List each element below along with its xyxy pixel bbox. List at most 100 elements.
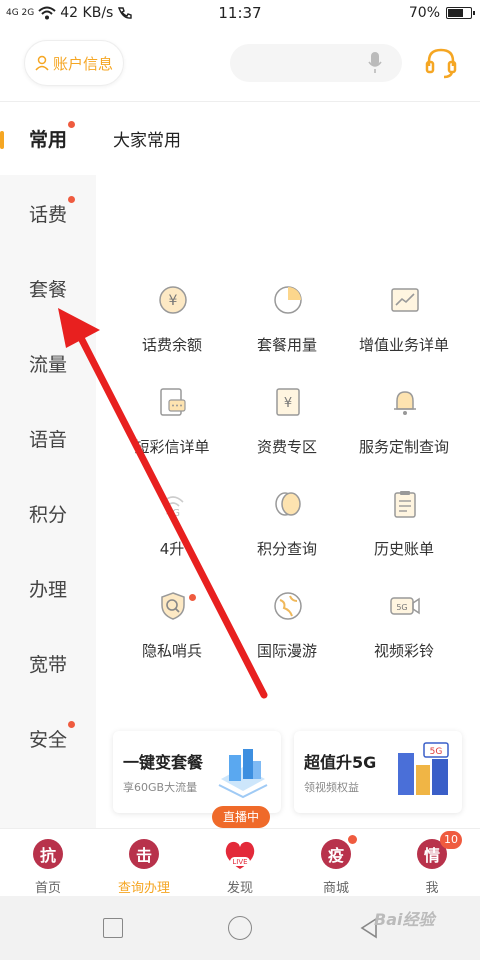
- yuan-book-icon: ¥: [276, 388, 300, 416]
- notification-dot: [189, 594, 196, 601]
- notification-dot: [68, 121, 75, 128]
- sidebar-item-label: 话费: [29, 204, 68, 226]
- 5g-video-icon: 5G: [390, 597, 420, 615]
- grid-item-label: 4升: [159, 540, 185, 558]
- sidebar-item-apply[interactable]: 办理: [0, 553, 96, 625]
- sidebar-item-label: 套餐: [29, 279, 68, 301]
- header: 账户信息: [0, 26, 480, 102]
- grid-item-label: 视频彩铃: [373, 642, 434, 660]
- globe-icon: [274, 592, 302, 620]
- sidebar-item-points[interactable]: 积分: [0, 478, 96, 550]
- tab-label: 我: [425, 881, 439, 896]
- grid-item-video-ringtone[interactable]: 5G 视频彩铃: [345, 590, 463, 680]
- sidebar-item-common[interactable]: 常用: [0, 103, 96, 175]
- promo-title: 超值升5G: [304, 753, 377, 772]
- 5g-city-illustration-icon: 5G: [398, 742, 449, 795]
- grid-item-sms-detail[interactable]: 短彩信详单: [113, 386, 231, 476]
- grid-item-label: 短彩信详单: [134, 438, 210, 456]
- grid-item-vas-detail[interactable]: 增值业务详单: [345, 284, 463, 374]
- grid-item-4g-upgrade[interactable]: 4G 4升: [113, 488, 231, 578]
- grid-item-label: 积分查询: [256, 540, 317, 558]
- grid-item-tariff-zone[interactable]: ¥ 资费专区: [228, 386, 346, 476]
- home-tab-icon: 抗: [33, 839, 63, 869]
- home-button[interactable]: [228, 916, 252, 940]
- battery-level: [448, 9, 463, 17]
- active-indicator: [0, 131, 4, 149]
- sidebar-item-label: 办理: [29, 579, 68, 601]
- status-bar: 4G 2G 42 KB/s 11:37 70%: [0, 0, 480, 26]
- query-tab-icon: 击: [129, 839, 159, 869]
- customer-service-icon[interactable]: [424, 46, 458, 80]
- mall-tab-icon: 疫: [321, 839, 351, 869]
- tab-mall[interactable]: 疫 商城: [288, 829, 384, 897]
- promo-card-change-plan[interactable]: 一键变套餐 享60GB大流量: [113, 731, 281, 813]
- user-icon: [35, 55, 49, 71]
- coins-icon: [275, 492, 301, 516]
- sidebar-item-label: 流量: [29, 354, 68, 376]
- 4g-signal-icon: 4G: [162, 496, 184, 519]
- microphone-icon[interactable]: [368, 52, 382, 74]
- live-badge[interactable]: 直播中: [212, 806, 270, 828]
- category-sidebar: 常用 话费 套餐 流量 语音 积分 办理 宽带 安全: [0, 103, 96, 828]
- account-info-label: 账户信息: [52, 54, 113, 73]
- sidebar-item-voice[interactable]: 语音: [0, 403, 96, 475]
- grid-item-label: 服务定制查询: [358, 438, 449, 456]
- notification-dot: [68, 721, 75, 728]
- promo-title: 一键变套餐: [123, 753, 204, 772]
- svg-text:5G: 5G: [396, 603, 407, 612]
- sidebar-item-label: 宽带: [29, 654, 68, 676]
- account-info-button[interactable]: 账户信息: [24, 40, 124, 86]
- grid-item-points-query[interactable]: 积分查询: [228, 488, 346, 578]
- grid-item-label: 历史账单: [373, 540, 434, 558]
- search-input[interactable]: [230, 44, 402, 82]
- tab-discover[interactable]: LIVE 发现: [192, 829, 288, 897]
- grid-item-privacy-guard[interactable]: 隐私哨兵: [113, 590, 231, 680]
- trend-chart-icon: [391, 288, 419, 312]
- yuan-coin-icon: ¥: [159, 286, 187, 314]
- grid-item-history-bill[interactable]: 历史账单: [345, 488, 463, 578]
- pie-chart-icon: [274, 286, 302, 314]
- promo-subtitle: 享60GB大流量: [123, 781, 198, 794]
- grid-item-balance[interactable]: ¥ 话费余额: [113, 284, 231, 374]
- battery-percent: 70%: [408, 5, 440, 21]
- sidebar-item-fee[interactable]: 话费: [0, 178, 96, 250]
- svg-text:5G: 5G: [430, 747, 443, 757]
- notification-dot: [348, 835, 357, 844]
- svg-text:4G: 4G: [166, 508, 180, 519]
- count-badge: 10: [440, 831, 462, 849]
- sidebar-item-data[interactable]: 流量: [0, 328, 96, 400]
- grid-item-label: 资费专区: [256, 438, 317, 456]
- tab-home[interactable]: 抗 首页: [0, 829, 96, 897]
- grid-item-plan-usage[interactable]: 套餐用量: [228, 284, 346, 374]
- tab-label: 商城: [322, 881, 349, 896]
- recent-apps-button[interactable]: [103, 918, 123, 938]
- tab-label: 发现: [226, 881, 253, 896]
- clipboard-icon: [394, 491, 416, 518]
- tab-label: 首页: [34, 881, 61, 896]
- sidebar-item-security[interactable]: 安全: [0, 703, 96, 775]
- tab-me[interactable]: 情 10 我: [384, 829, 480, 897]
- bell-icon: [394, 391, 416, 415]
- grid-item-roaming[interactable]: 国际漫游: [228, 590, 346, 680]
- promo-subtitle: 领视频权益: [304, 781, 359, 794]
- status-right: 70%: [408, 5, 475, 21]
- grid-item-label: 隐私哨兵: [141, 642, 202, 660]
- message-icon: [160, 388, 186, 416]
- sidebar-item-label: 语音: [29, 429, 68, 451]
- grid-item-service-query[interactable]: 服务定制查询: [345, 386, 463, 476]
- building-illustration-icon: [218, 749, 268, 799]
- svg-text:¥: ¥: [284, 396, 292, 411]
- live-heart-icon: LIVE: [225, 841, 255, 869]
- bottom-tab-bar: 抗 首页 击 查询办理 LIVE 发现 疫 商城 情 10 我: [0, 828, 480, 896]
- grid-item-label: 套餐用量: [256, 336, 317, 354]
- svg-text:¥: ¥: [169, 293, 178, 309]
- promo-card-upgrade-5g[interactable]: 超值升5G 领视频权益 5G: [294, 731, 462, 813]
- notification-dot: [68, 196, 75, 203]
- tab-query[interactable]: 击 查询办理: [96, 829, 192, 897]
- grid-item-label: 话费余额: [141, 336, 202, 354]
- sidebar-item-broadband[interactable]: 宽带: [0, 628, 96, 700]
- sidebar-item-plan[interactable]: 套餐: [0, 253, 96, 325]
- grid-item-label: 增值业务详单: [358, 336, 449, 354]
- sidebar-item-label: 安全: [29, 729, 68, 751]
- grid-item-label: 国际漫游: [256, 642, 317, 660]
